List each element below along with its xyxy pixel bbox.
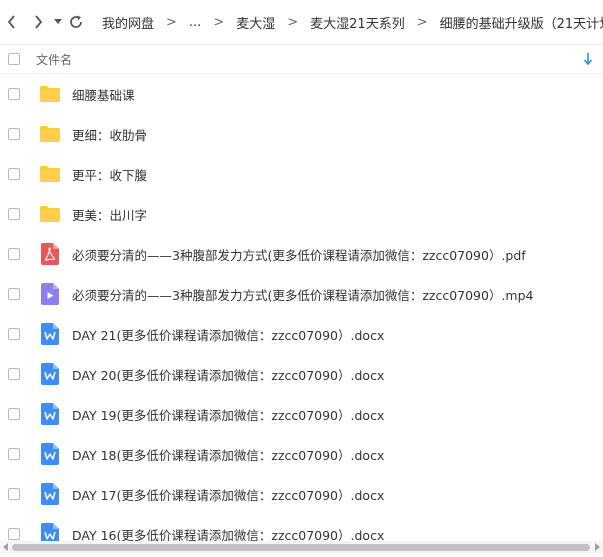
- row-checkbox[interactable]: [8, 168, 20, 180]
- toolbar: 我的网盘 > ... > 麦大湿 > 麦大湿21天系列 > 细腰的基础升级版（2…: [0, 0, 603, 44]
- list-item[interactable]: 细腰基础课: [0, 74, 603, 114]
- row-checkbox[interactable]: [8, 288, 20, 300]
- pdf-file-icon: [39, 243, 61, 265]
- breadcrumb-separator: >: [166, 14, 177, 30]
- horizontal-scrollbar[interactable]: [0, 541, 603, 553]
- row-checkbox[interactable]: [8, 128, 20, 140]
- row-checkbox[interactable]: [8, 408, 20, 420]
- chevron-left-icon: [7, 15, 15, 29]
- back-button[interactable]: [6, 11, 18, 33]
- file-name: DAY 18(更多低价课程请添加微信：zzcc07090）.docx: [72, 447, 385, 463]
- row-checkbox[interactable]: [8, 488, 20, 500]
- row-checkbox[interactable]: [8, 88, 20, 100]
- list-item[interactable]: DAY 20(更多低价课程请添加微信：zzcc07090）.docx: [0, 354, 603, 394]
- list-item[interactable]: 更美：出川字: [0, 194, 603, 234]
- scroll-left-arrow-icon[interactable]: [2, 543, 10, 551]
- chevron-right-icon: [35, 15, 43, 29]
- file-name: DAY 19(更多低价课程请添加微信：zzcc07090）.docx: [72, 407, 385, 423]
- breadcrumb-separator: >: [416, 14, 428, 30]
- file-name: 必须要分清的——3种腹部发力方式(更多低价课程请添加微信：zzcc07090）.…: [72, 247, 526, 263]
- history-dropdown-button[interactable]: [54, 11, 62, 33]
- sort-down-icon[interactable]: [582, 52, 594, 66]
- file-name: 更平：收下腹: [72, 167, 148, 183]
- folder-icon: [39, 83, 61, 105]
- row-checkbox[interactable]: [8, 208, 20, 220]
- breadcrumb-separator: >: [213, 14, 225, 30]
- file-name: DAY 21(更多低价课程请添加微信：zzcc07090）.docx: [72, 327, 385, 343]
- scroll-right-arrow-icon[interactable]: [593, 543, 601, 551]
- breadcrumb-item-ellipsis[interactable]: ...: [189, 15, 201, 30]
- row-checkbox[interactable]: [8, 448, 20, 460]
- list-item[interactable]: DAY 21(更多低价课程请添加微信：zzcc07090）.docx: [0, 314, 603, 354]
- file-name: DAY 17(更多低价课程请添加微信：zzcc07090）.docx: [72, 487, 385, 503]
- row-checkbox[interactable]: [8, 328, 20, 340]
- breadcrumb-item-21-day-series[interactable]: 麦大湿21天系列: [310, 13, 405, 32]
- file-name: DAY 20(更多低价课程请添加微信：zzcc07090）.docx: [72, 367, 385, 383]
- folder-icon: [39, 163, 61, 185]
- file-name: 细腰基础课: [72, 87, 135, 103]
- file-list-header: 文件名: [0, 44, 603, 74]
- folder-icon: [39, 123, 61, 145]
- breadcrumb-separator: >: [287, 14, 299, 30]
- caret-down-icon: [54, 19, 62, 24]
- row-checkbox[interactable]: [8, 528, 20, 540]
- folder-icon: [39, 203, 61, 225]
- list-item[interactable]: DAY 18(更多低价课程请添加微信：zzcc07090）.docx: [0, 434, 603, 474]
- row-checkbox[interactable]: [8, 248, 20, 260]
- list-item[interactable]: 必须要分清的——3种腹部发力方式(更多低价课程请添加微信：zzcc07090）.…: [0, 234, 603, 274]
- word-file-icon: [39, 483, 61, 505]
- row-checkbox[interactable]: [8, 368, 20, 380]
- list-item[interactable]: 更细：收肋骨: [0, 114, 603, 154]
- word-file-icon: [39, 443, 61, 465]
- refresh-icon: [70, 15, 82, 28]
- list-item[interactable]: DAY 19(更多低价课程请添加微信：zzcc07090）.docx: [0, 394, 603, 434]
- file-name: 更美：出川字: [72, 207, 148, 223]
- list-item[interactable]: DAY 17(更多低价课程请添加微信：zzcc07090）.docx: [0, 474, 603, 514]
- file-name: 更细：收肋骨: [72, 127, 148, 143]
- refresh-button[interactable]: [68, 11, 84, 33]
- file-name: 必须要分清的——3种腹部发力方式(更多低价课程请添加微信：zzcc07090）.…: [72, 287, 534, 303]
- forward-button[interactable]: [32, 11, 44, 33]
- breadcrumb-item-maidashi[interactable]: 麦大湿: [236, 13, 275, 32]
- breadcrumb-item-current-folder[interactable]: 细腰的基础升级版（21天计划）: [440, 13, 603, 32]
- scrollbar-thumb[interactable]: [12, 544, 590, 551]
- list-item[interactable]: 更平：收下腹: [0, 154, 603, 194]
- list-item[interactable]: 必须要分清的——3种腹部发力方式(更多低价课程请添加微信：zzcc07090）.…: [0, 274, 603, 314]
- file-list: 细腰基础课 更细：收肋骨 更平：收下腹 更美：出川字 必须要分清的——3种腹部发…: [0, 74, 603, 554]
- column-header-filename[interactable]: 文件名: [36, 51, 72, 68]
- word-file-icon: [39, 363, 61, 385]
- word-file-icon: [39, 403, 61, 425]
- breadcrumb: 我的网盘 > ... > 麦大湿 > 麦大湿21天系列 > 细腰的基础升级版（2…: [102, 13, 603, 32]
- video-file-icon: [39, 283, 61, 305]
- breadcrumb-item-my-drive[interactable]: 我的网盘: [102, 13, 154, 32]
- select-all-checkbox[interactable]: [8, 53, 20, 65]
- word-file-icon: [39, 323, 61, 345]
